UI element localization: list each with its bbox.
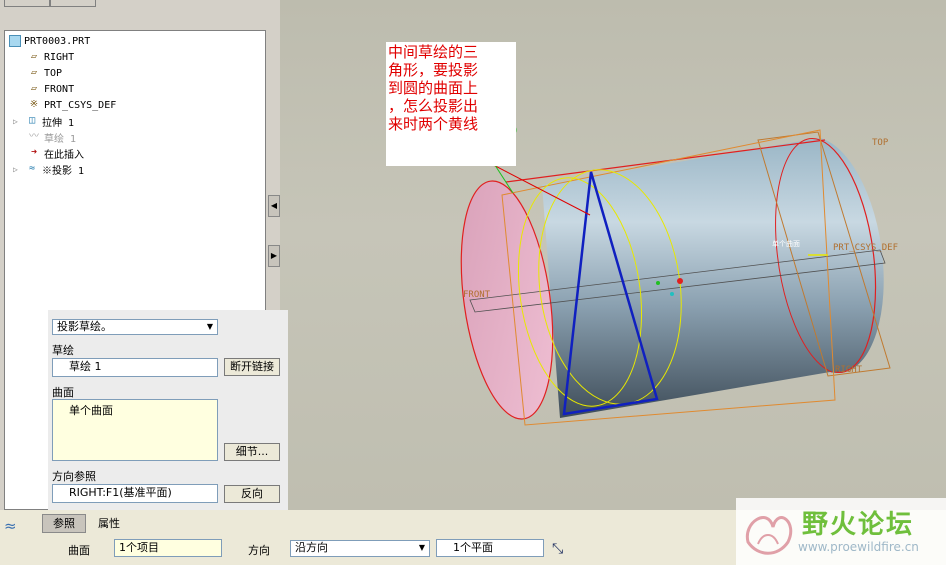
- dropdown-arrow-icon[interactable]: ▼: [419, 541, 425, 555]
- csys-origin-red: [677, 278, 683, 284]
- projection-icon: ≈: [28, 163, 36, 174]
- annotation-line: 来时两个黄线: [388, 115, 479, 133]
- tree-item-top[interactable]: ▱ TOP: [27, 65, 62, 81]
- flip-button[interactable]: 反向: [224, 485, 280, 503]
- watermark-logo-icon: [745, 516, 793, 555]
- surface-collector-field[interactable]: 1个项目: [114, 539, 222, 557]
- part-icon: [9, 35, 21, 47]
- tree-item-sketch[interactable]: 〰 草绘 1: [27, 129, 76, 145]
- label-top: TOP: [872, 138, 889, 148]
- model-graphics: TOP FRONT RIGHT PRT_CSYS_DEF 单个曲面: [460, 117, 898, 426]
- details-button[interactable]: 细节...: [224, 443, 280, 461]
- tree-item-right[interactable]: ▱ RIGHT: [27, 49, 74, 65]
- dropdown-arrow-icon[interactable]: ▼: [207, 320, 213, 334]
- tree-item-label: PRT0003.PRT: [24, 35, 91, 47]
- csys-origin-cyan: [670, 292, 674, 296]
- sketch-icon: 〰: [29, 131, 39, 142]
- references-panel: 投影草绘。 ▼ 草绘 草绘 1 断开链接 曲面 单个曲面 细节... 方向参照 …: [48, 310, 288, 510]
- sketch-label: 草绘: [52, 344, 74, 357]
- layer-tab[interactable]: [50, 0, 96, 7]
- direction-label: 方向: [248, 544, 270, 557]
- surface-label: 曲面: [68, 544, 90, 557]
- tree-item-insert-here[interactable]: ➜ 在此插入: [27, 145, 84, 161]
- tree-item-label: 草绘 1: [44, 133, 77, 145]
- csys-origin-green: [656, 281, 660, 285]
- direction-ref-label: 方向参照: [52, 470, 96, 483]
- direction-ref-field[interactable]: RIGHT:F1(基准平面): [52, 484, 218, 503]
- projection-type-value: 投影草绘。: [57, 320, 112, 333]
- plane-field[interactable]: 1个平面: [436, 539, 544, 557]
- projection-feature-icon: ≈: [4, 517, 17, 535]
- annotation-line: 到圆的曲面上: [388, 79, 479, 97]
- tree-item-label: TOP: [44, 67, 63, 79]
- break-link-button[interactable]: 断开链接: [224, 358, 280, 376]
- datum-plane-icon: ▱: [30, 67, 38, 78]
- direction-value: 沿方向: [295, 541, 328, 554]
- sketch-field[interactable]: 草绘 1: [52, 358, 218, 377]
- tree-item-part[interactable]: PRT0003.PRT: [9, 33, 90, 49]
- watermark-url: www.proewildfire.cn: [798, 540, 919, 554]
- datum-plane-icon: ▱: [30, 83, 38, 94]
- tab-properties[interactable]: 属性: [98, 516, 120, 531]
- projection-type-select[interactable]: 投影草绘。 ▼: [52, 319, 218, 335]
- tree-item-label: 在此插入: [44, 149, 84, 161]
- tree-item-label: ※投影 1: [42, 165, 85, 177]
- label-csys-small: 单个曲面: [772, 239, 800, 248]
- expand-icon[interactable]: ▷: [13, 165, 25, 174]
- extrude-icon: ◫: [28, 115, 36, 126]
- tree-item-label: FRONT: [44, 83, 75, 95]
- label-front: FRONT: [463, 290, 491, 300]
- csys-icon: ※: [29, 99, 39, 110]
- collapse-left-icon[interactable]: ◀: [268, 195, 280, 217]
- tab-references[interactable]: 参照: [42, 514, 86, 533]
- expand-right-icon[interactable]: ▶: [268, 245, 280, 267]
- tree-item-projection[interactable]: ▷ ≈ ※投影 1: [13, 161, 84, 177]
- datum-plane-icon: ▱: [30, 51, 38, 62]
- expand-icon[interactable]: ▷: [13, 117, 25, 126]
- tree-item-label: RIGHT: [44, 51, 75, 63]
- label-right: RIGHT: [835, 365, 863, 375]
- tree-item-label: PRT_CSYS_DEF: [44, 99, 117, 111]
- annotation-note: 中间草绘的三 角形，要投影 到圆的曲面上 ，怎么投影出 来时两个黄线: [386, 42, 516, 166]
- direction-select[interactable]: 沿方向 ▼: [290, 540, 430, 557]
- tree-item-front[interactable]: ▱ FRONT: [27, 81, 74, 97]
- tree-item-extrude[interactable]: ▷ ◫ 拉伸 1: [13, 113, 74, 129]
- panel-splitter[interactable]: ◀ ▶: [268, 0, 280, 310]
- tree-item-csys[interactable]: ※ PRT_CSYS_DEF: [27, 97, 116, 113]
- flip-direction-icon[interactable]: ⤡: [552, 540, 570, 558]
- tree-item-label: 拉伸 1: [42, 117, 75, 129]
- surface-value: 单个曲面: [69, 404, 113, 417]
- watermark: 野火论坛 www.proewildfire.cn: [736, 498, 946, 565]
- insert-here-arrow-icon: ➜: [30, 147, 38, 158]
- annotation-line: 中间草绘的三: [388, 43, 479, 61]
- tree-tab[interactable]: [4, 0, 50, 7]
- label-csys: PRT_CSYS_DEF: [833, 243, 898, 253]
- annotation-line: 角形，要投影: [388, 61, 479, 79]
- surface-label: 曲面: [52, 386, 74, 399]
- annotation-line: ，怎么投影出: [388, 97, 479, 115]
- surface-collector[interactable]: 单个曲面: [52, 399, 218, 461]
- watermark-title: 野火论坛: [802, 510, 915, 540]
- graphics-viewport[interactable]: TOP FRONT RIGHT PRT_CSYS_DEF 单个曲面: [280, 0, 946, 510]
